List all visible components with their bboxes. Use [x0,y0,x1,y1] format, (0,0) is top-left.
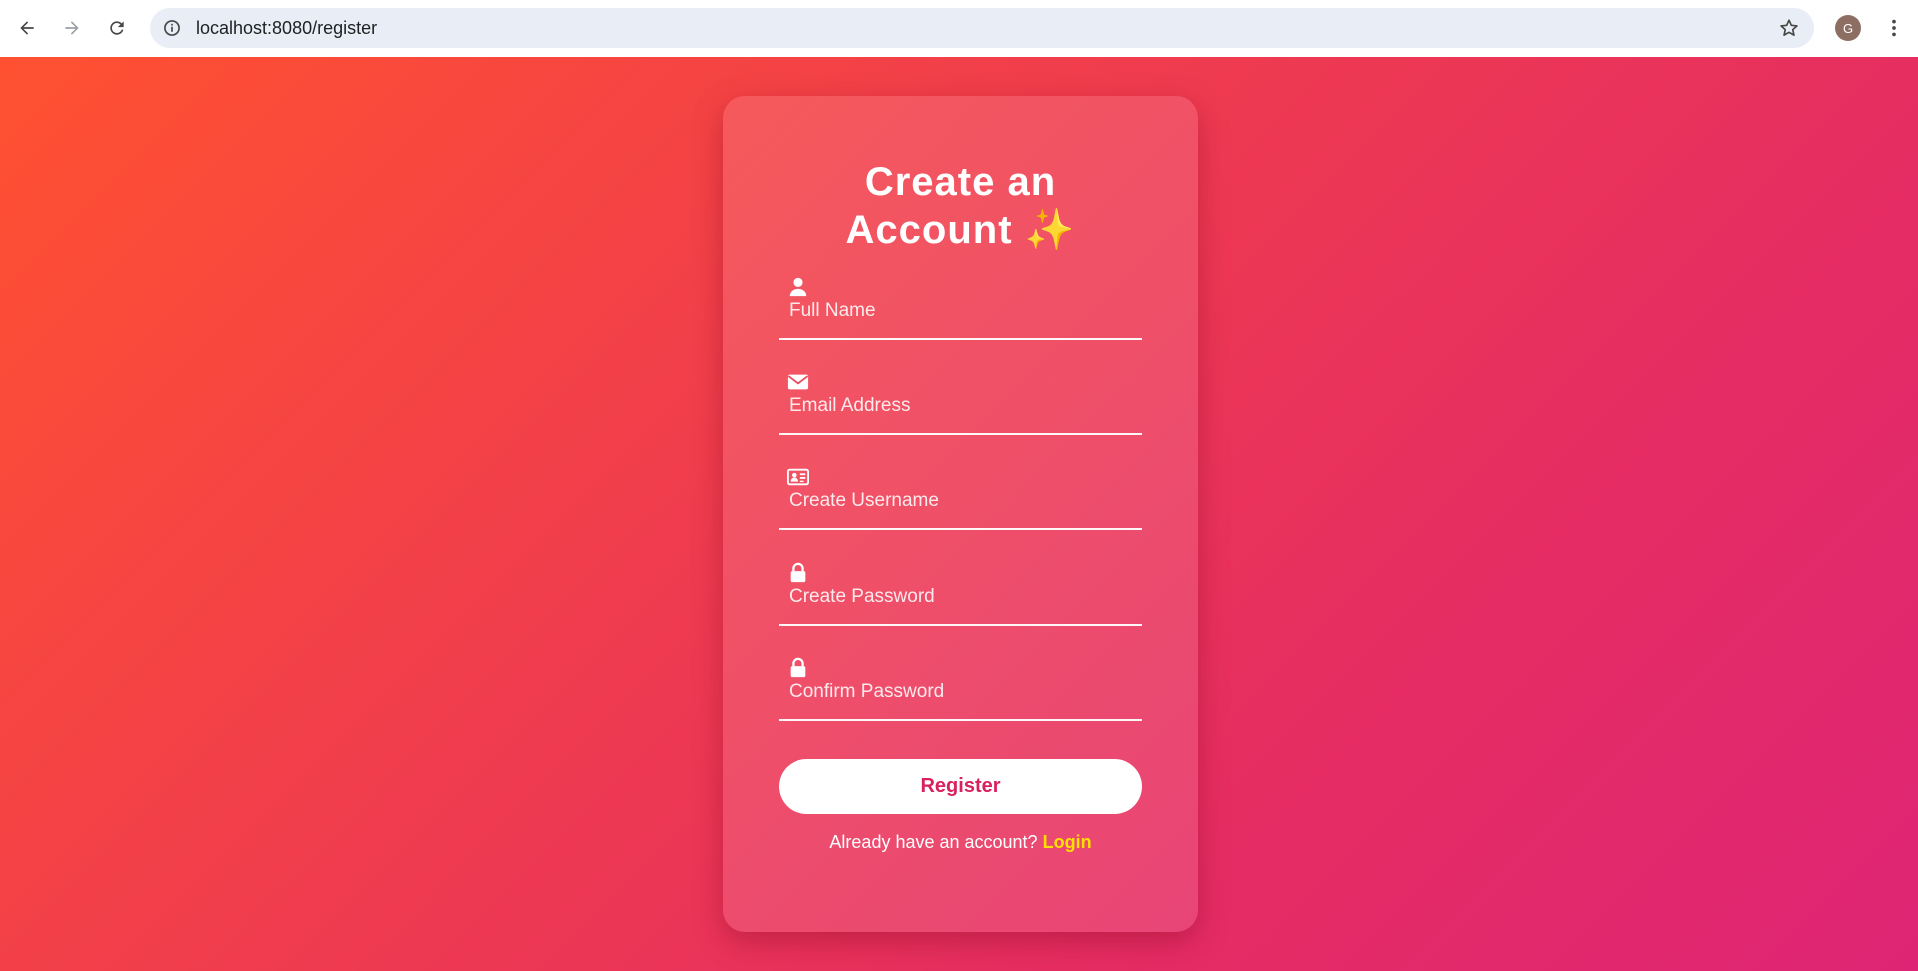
more-vert-icon [1892,19,1896,37]
username-field [779,466,1142,530]
profile-avatar[interactable]: G [1835,15,1861,41]
email-field [779,371,1142,435]
password-input[interactable] [789,584,1129,610]
login-prompt-text: Already have an account? [829,832,1038,852]
confirm-password-field [779,657,1142,721]
back-button[interactable] [11,12,43,44]
register-button[interactable]: Register [779,759,1142,814]
lock-icon [790,657,806,678]
browser-menu-button[interactable] [1880,14,1908,42]
page-title: Create an Account ✨ [723,158,1198,254]
browser-toolbar: localhost:8080/register G [0,0,1918,57]
reload-icon [110,21,124,35]
star-icon[interactable] [1778,17,1800,39]
forward-button[interactable] [56,12,88,44]
full-name-input[interactable] [789,298,1129,324]
login-link[interactable]: Login [1043,832,1092,852]
lock-icon [790,562,806,583]
password-field [779,562,1142,626]
title-line-2: Account [845,208,1013,252]
full-name-field [779,276,1142,340]
email-input[interactable] [789,393,1129,419]
login-prompt: Already have an account? Login [723,832,1198,853]
reload-button[interactable] [101,12,133,44]
username-input[interactable] [789,488,1129,514]
title-line-1: Create an [864,160,1057,204]
url-text[interactable]: localhost:8080/register [196,18,377,38]
register-card: Create an Account ✨ Full Name Email Addr… [723,96,1198,932]
address-bar[interactable]: localhost:8080/register [150,8,1814,48]
user-icon [789,277,807,297]
envelope-icon [787,374,809,390]
sparkles-icon: ✨ [1024,208,1076,252]
info-icon[interactable] [162,18,182,38]
confirm-password-input[interactable] [789,679,1129,705]
arrow-right-icon [65,21,79,35]
page-background: Create an Account ✨ Full Name Email Addr… [0,57,1918,971]
arrow-left-icon [20,21,34,35]
id-card-icon [787,468,809,486]
